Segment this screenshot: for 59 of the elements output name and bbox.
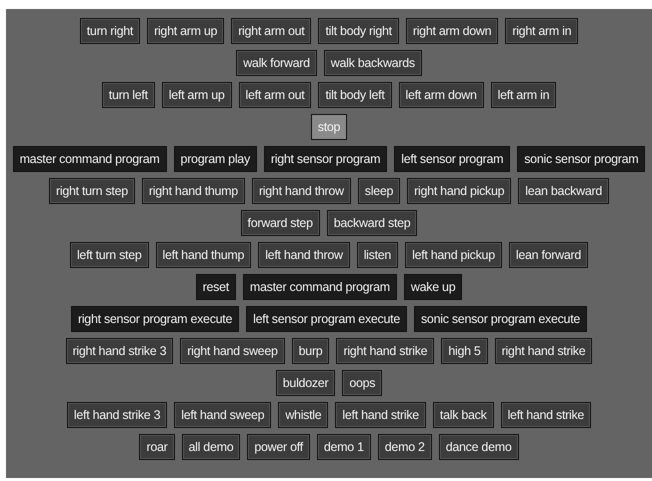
command-button[interactable]: power off xyxy=(247,434,310,460)
command-button[interactable]: left arm in xyxy=(490,82,556,108)
command-button[interactable]: left sensor program xyxy=(394,146,510,172)
command-button[interactable]: left hand strike 3 xyxy=(66,402,168,428)
command-button[interactable]: turn left xyxy=(102,82,155,108)
command-button[interactable]: whistle xyxy=(278,402,328,428)
command-button[interactable]: left arm down xyxy=(398,82,484,108)
command-button[interactable]: forward step xyxy=(240,210,320,236)
command-button[interactable]: left hand pickup xyxy=(405,242,502,268)
command-button[interactable]: lean forward xyxy=(508,242,588,268)
command-button[interactable]: sleep xyxy=(358,178,400,204)
command-button[interactable]: backward step xyxy=(326,210,418,236)
command-button[interactable]: left hand sweep xyxy=(174,402,272,428)
command-button[interactable]: left hand strike xyxy=(500,402,592,428)
command-button[interactable]: left arm out xyxy=(238,82,312,108)
command-button[interactable]: right hand pickup xyxy=(407,178,512,204)
command-button[interactable]: right hand strike 3 xyxy=(66,338,174,364)
command-button[interactable]: master command program xyxy=(12,146,167,172)
command-button[interactable]: walk forward xyxy=(236,50,317,76)
command-button[interactable]: right arm out xyxy=(231,18,312,44)
command-button[interactable]: dance demo xyxy=(438,434,518,460)
command-button[interactable]: tilt body right xyxy=(318,18,399,44)
command-button[interactable]: high 5 xyxy=(441,338,488,364)
command-button[interactable]: right hand strike xyxy=(336,338,434,364)
command-button[interactable]: right hand sweep xyxy=(180,338,285,364)
command-button[interactable]: wake up xyxy=(404,274,462,300)
command-button[interactable]: right arm down xyxy=(406,18,498,44)
command-button[interactable]: all demo xyxy=(182,434,240,460)
command-button[interactable]: tilt body left xyxy=(318,82,392,108)
command-button[interactable]: lean backward xyxy=(518,178,609,204)
command-button[interactable]: program play xyxy=(174,146,257,172)
command-button[interactable]: right sensor program execute xyxy=(70,306,240,332)
command-button[interactable]: left hand throw xyxy=(258,242,350,268)
command-button[interactable]: right hand throw xyxy=(252,178,351,204)
command-button[interactable]: left sensor program execute xyxy=(246,306,407,332)
command-button[interactable]: turn right xyxy=(80,18,140,44)
command-button[interactable]: listen xyxy=(356,242,398,268)
command-button[interactable]: burp xyxy=(292,338,330,364)
command-button[interactable]: right hand thump xyxy=(142,178,245,204)
command-button[interactable]: right hand strike xyxy=(494,338,592,364)
command-button[interactable]: right sensor program xyxy=(264,146,388,172)
command-button[interactable]: right turn step xyxy=(48,178,135,204)
command-button[interactable]: sonic sensor program execute xyxy=(414,306,588,332)
command-button[interactable]: demo 2 xyxy=(378,434,432,460)
command-button[interactable]: right arm in xyxy=(505,18,578,44)
command-button[interactable]: left hand strike xyxy=(335,402,426,428)
command-button[interactable]: demo 1 xyxy=(316,434,371,460)
command-button[interactable]: right arm up xyxy=(147,18,224,44)
command-button[interactable]: oops xyxy=(342,370,382,396)
command-button[interactable]: buldozer xyxy=(276,370,336,396)
command-button[interactable]: left arm up xyxy=(162,82,232,108)
command-button[interactable]: walk backwards xyxy=(324,50,422,76)
command-button[interactable]: left hand thump xyxy=(156,242,252,268)
command-button[interactable]: roar xyxy=(139,434,175,460)
command-button[interactable]: master command program xyxy=(242,274,397,300)
command-button[interactable]: reset xyxy=(196,274,236,300)
command-button[interactable]: left turn step xyxy=(70,242,149,268)
command-button[interactable]: talk back xyxy=(432,402,494,428)
command-button[interactable]: sonic sensor program xyxy=(517,146,646,172)
